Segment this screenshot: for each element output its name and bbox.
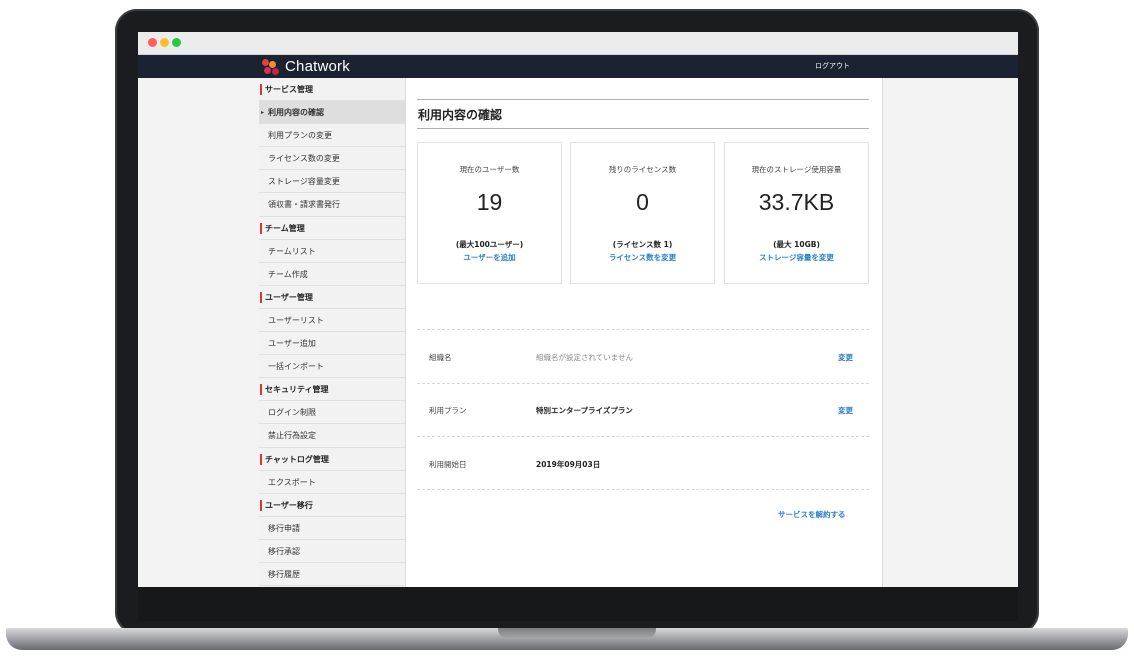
- sidebar-item-label: 移行申請: [268, 523, 300, 533]
- add-user-link[interactable]: ユーザーを追加: [418, 252, 561, 263]
- sidebar-item-10[interactable]: ユーザーリスト: [259, 309, 405, 333]
- sidebar-item-label: ライセンス数の変更: [268, 154, 340, 164]
- sidebar-item-8[interactable]: チーム作成: [259, 263, 405, 286]
- plan-value: 特別エンタープライズプラン: [536, 406, 633, 415]
- section-marker-icon: [260, 453, 262, 465]
- sidebar-item-label: 禁止行為設定: [268, 431, 316, 441]
- card-subtext: (最大 10GB): [773, 240, 820, 249]
- sidebar-item-label: ユーザー移行: [265, 500, 313, 510]
- sidebar-item-19[interactable]: 移行申請: [259, 517, 405, 540]
- laptop: Chatwork ログアウト サービス管理 ▸ 利用内容の確認 利用プランの変更 ライセ…: [0, 0, 1134, 660]
- sidebar-item-15[interactable]: 禁止行為設定: [259, 424, 405, 448]
- org-name-label: 組織名: [429, 353, 452, 362]
- sidebar-item-11[interactable]: ユーザー追加: [259, 332, 405, 356]
- sidebar-section-0: サービス管理: [259, 78, 405, 102]
- sidebar-item-label: 移行承認: [268, 546, 300, 556]
- divider: [417, 383, 869, 384]
- sidebar-item-20[interactable]: 移行承認: [259, 540, 405, 563]
- divider: [417, 489, 869, 490]
- start-date-value: 2019年09月03日: [536, 460, 601, 469]
- card-label: 現在のユーザー数: [459, 165, 520, 174]
- right-gutter: [883, 78, 1018, 587]
- app-header: Chatwork ログアウト: [138, 55, 1018, 78]
- sidebar-item-1[interactable]: ▸ 利用内容の確認: [259, 101, 405, 125]
- divider: [417, 329, 869, 330]
- close-window-button[interactable]: [148, 38, 157, 47]
- sidebar-item-5[interactable]: 領収書・請求書発行: [259, 193, 405, 217]
- sidebar-section-18: ユーザー移行: [259, 494, 405, 517]
- maximize-window-button[interactable]: [172, 38, 181, 47]
- sidebar-section-9: ユーザー管理: [259, 286, 405, 309]
- sidebar-item-label: 領収書・請求書発行: [268, 200, 340, 210]
- sidebar-item-14[interactable]: ログイン制限: [259, 401, 405, 425]
- sidebar: サービス管理 ▸ 利用内容の確認 利用プランの変更 ライセンス数の変更 ストレージ容量変更…: [259, 78, 406, 587]
- sidebar-item-label: ユーザー管理: [265, 292, 313, 302]
- main-content: 利用内容の確認 現在のユーザー数 19 (最大100ユーザー) ユーザーを追加 …: [406, 78, 883, 587]
- change-storage-link[interactable]: ストレージ容量を変更: [725, 252, 868, 263]
- sidebar-item-12[interactable]: 一括インポート: [259, 355, 405, 379]
- page-title: 利用内容の確認: [418, 108, 503, 122]
- sidebar-item-label: 利用プランの変更: [268, 131, 332, 141]
- section-marker-icon: [260, 291, 262, 303]
- change-org-name-link[interactable]: 変更: [838, 352, 853, 363]
- sidebar-item-label: チーム管理: [265, 223, 305, 233]
- brand-name: Chatwork: [285, 58, 350, 75]
- users-card: 現在のユーザー数 19 (最大100ユーザー) ユーザーを追加: [417, 142, 562, 284]
- laptop-bezel: [138, 587, 1018, 621]
- sidebar-item-7[interactable]: チームリスト: [259, 240, 405, 263]
- sidebar-item-label: ログイン制限: [268, 408, 316, 418]
- card-subtext: (ライセンス数 1): [612, 240, 673, 249]
- sidebar-item-label: ストレージ容量変更: [268, 177, 340, 187]
- sidebar-section-13: セキュリティ管理: [259, 378, 405, 402]
- cancel-service-link[interactable]: サービスを解約する: [778, 509, 846, 520]
- divider: [417, 436, 869, 437]
- browser-chrome: [138, 32, 1018, 55]
- sidebar-item-21[interactable]: 移行履歴: [259, 563, 405, 587]
- screen: Chatwork ログアウト サービス管理 ▸ 利用内容の確認 利用プランの変更 ライセ…: [138, 32, 1018, 587]
- sidebar-item-17[interactable]: エクスポート: [259, 471, 405, 494]
- caret-right-icon: ▸: [261, 109, 265, 117]
- sidebar-item-2[interactable]: 利用プランの変更: [259, 124, 405, 148]
- card-value: 0: [636, 189, 649, 215]
- change-license-link[interactable]: ライセンス数を変更: [571, 252, 714, 263]
- card-label: 残りのライセンス数: [608, 165, 677, 174]
- minimize-window-button[interactable]: [160, 38, 169, 47]
- sidebar-item-label: ユーザーリスト: [268, 315, 324, 325]
- sidebar-item-4[interactable]: ストレージ容量変更: [259, 170, 405, 194]
- plan-label: 利用プラン: [429, 406, 467, 415]
- section-marker-icon: [260, 384, 262, 396]
- divider: [417, 128, 869, 129]
- sidebar-item-label: チーム作成: [268, 269, 308, 279]
- card-subtext: (最大100ユーザー): [455, 240, 524, 249]
- sidebar-item-3[interactable]: ライセンス数の変更: [259, 147, 405, 171]
- sidebar-section-6: チーム管理: [259, 217, 405, 240]
- org-name-value: 組織名が設定されていません: [536, 353, 634, 362]
- sidebar-item-label: 一括インポート: [268, 362, 324, 372]
- sidebar-item-label: セキュリティ管理: [265, 385, 329, 395]
- sidebar-item-label: ユーザー追加: [268, 339, 316, 349]
- change-plan-link[interactable]: 変更: [838, 405, 853, 416]
- card-value: 19: [476, 189, 503, 215]
- sidebar-item-label: 利用内容の確認: [268, 108, 324, 118]
- section-marker-icon: [260, 499, 262, 511]
- brand-logo[interactable]: Chatwork: [261, 58, 350, 75]
- sidebar-section-16: チャットログ管理: [259, 448, 405, 471]
- sidebar-item-label: チームリスト: [268, 246, 316, 256]
- left-gutter: [138, 78, 259, 587]
- divider: [417, 99, 869, 100]
- chatwork-logo-icon: [261, 58, 281, 75]
- sidebar-item-label: 移行履歴: [268, 569, 300, 579]
- licenses-card: 残りのライセンス数 0 (ライセンス数 1) ライセンス数を変更: [570, 142, 715, 284]
- card-label: 現在のストレージ使用容量: [751, 165, 842, 174]
- card-value: 33.7KB: [758, 189, 835, 215]
- sidebar-item-label: サービス管理: [265, 85, 313, 94]
- sidebar-item-label: エクスポート: [268, 477, 316, 487]
- start-date-label: 利用開始日: [429, 460, 467, 469]
- sidebar-item-label: チャットログ管理: [265, 454, 329, 464]
- section-marker-icon: [260, 222, 262, 234]
- laptop-notch: [498, 628, 656, 639]
- section-marker-icon: [260, 84, 262, 95]
- logout-link[interactable]: ログアウト: [815, 61, 850, 71]
- storage-card: 現在のストレージ使用容量 33.7KB (最大 10GB) ストレージ容量を変更: [724, 142, 869, 284]
